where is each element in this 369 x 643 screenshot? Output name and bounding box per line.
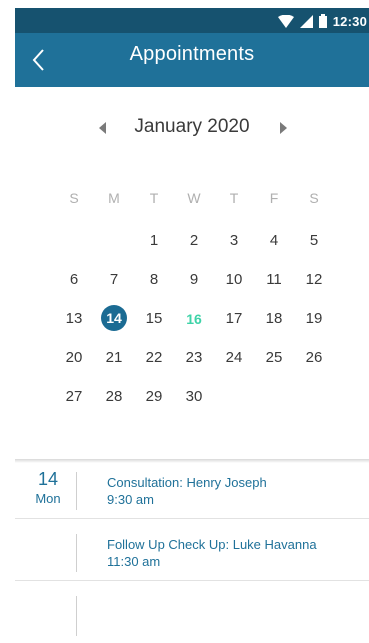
appointment-time: 11:30 am — [107, 554, 161, 569]
calendar-day-number: 30 — [185, 388, 203, 405]
calendar-day-number: 14 — [101, 305, 127, 331]
calendar-day-number: 10 — [225, 271, 243, 288]
calendar-day[interactable]: 1 — [134, 225, 174, 257]
calendar-day[interactable]: 4 — [254, 225, 294, 257]
calendar-day-number: 3 — [229, 232, 239, 249]
weekday-label: T — [229, 190, 239, 206]
calendar-day-number: 22 — [145, 349, 163, 366]
calendar-day-number: 4 — [269, 232, 279, 249]
calendar-day-number: 13 — [65, 310, 83, 327]
calendar-day-number: 18 — [265, 310, 283, 327]
calendar-day[interactable]: 6 — [54, 264, 94, 296]
calendar-day-number: 11 — [266, 271, 282, 288]
weekday-label: S — [69, 190, 79, 206]
calendar-day[interactable]: 5 — [294, 225, 334, 257]
agenda-date-weekday: Mon — [35, 491, 61, 506]
calendar-day[interactable]: 10 — [214, 264, 254, 296]
calendar-day-number: 8 — [149, 271, 159, 288]
calendar-day-number: 1 — [149, 232, 159, 249]
calendar-day-number: 20 — [65, 349, 83, 366]
weekday-label: M — [108, 190, 120, 206]
timeline-line — [76, 534, 77, 572]
timeline-line — [76, 596, 77, 636]
month-navigator: January 2020 — [15, 108, 369, 148]
calendar-day[interactable]: 23 — [174, 342, 214, 374]
status-bar: 12:30 — [15, 8, 369, 33]
calendar-day-number: 2 — [189, 232, 199, 249]
calendar-day[interactable]: 20 — [54, 342, 94, 374]
calendar-day[interactable]: 13 — [54, 303, 94, 335]
battery-icon — [318, 14, 327, 28]
calendar-day-number: 17 — [225, 310, 243, 327]
calendar-day[interactable]: 8 — [134, 264, 174, 296]
calendar-day-number: 9 — [189, 271, 199, 288]
calendar-day[interactable]: 7 — [94, 264, 134, 296]
calendar-days-grid: 1 2 3 4 5 6 7 8 9 10 11 12 13 14 15 16 17 18 19 20 21 22 23 24 2… — [54, 225, 334, 425]
agenda-separator — [15, 518, 369, 519]
weekday-label: W — [187, 190, 201, 206]
next-month-button[interactable] — [275, 120, 291, 136]
calendar-day[interactable]: 30 — [174, 381, 214, 413]
calendar-day[interactable]: 29 — [134, 381, 174, 413]
calendar-day[interactable]: 14 — [94, 303, 134, 335]
appointment-title: Follow Up Check Up: Luke Havanna — [107, 537, 317, 552]
month-label: January 2020 — [134, 116, 250, 137]
calendar-day-number: 5 — [309, 232, 319, 249]
timeline-line — [76, 472, 77, 510]
status-icons: 12:30 — [277, 12, 367, 30]
calendar-day-number: 6 — [69, 271, 79, 288]
agenda-separator — [15, 580, 369, 581]
calendar-day[interactable]: 26 — [294, 342, 334, 374]
app-bar: Appointments — [15, 33, 369, 87]
calendar-day-number: 28 — [105, 388, 123, 405]
calendar-day-number: 16 — [186, 311, 202, 327]
agenda-panel: 14 Mon Consultation: Henry Joseph 9:30 a… — [15, 462, 369, 643]
status-time: 12:30 — [332, 13, 367, 29]
appointment-time: 9:30 am — [107, 492, 154, 507]
calendar-day[interactable]: 18 — [254, 303, 294, 335]
calendar-day[interactable]: 17 — [214, 303, 254, 335]
calendar-day[interactable]: 19 — [294, 303, 334, 335]
calendar-day[interactable]: 24 — [214, 342, 254, 374]
calendar-day[interactable]: 11 — [254, 264, 294, 296]
page-title: Appointments — [129, 43, 255, 65]
calendar-day[interactable]: 27 — [54, 381, 94, 413]
calendar-day[interactable]: 3 — [214, 225, 254, 257]
weekday-label: F — [269, 190, 279, 206]
weekday-label: T — [149, 190, 159, 206]
calendar-day[interactable]: 28 — [94, 381, 134, 413]
triangle-right-icon — [280, 122, 287, 134]
calendar-day[interactable]: 12 — [294, 264, 334, 296]
calendar-day-number: 21 — [105, 349, 123, 366]
calendar-day-number: 15 — [145, 310, 163, 327]
appointment-item[interactable]: Follow Up Check Up: Luke Havanna 11:30 a… — [107, 536, 317, 570]
calendar-day-number: 7 — [109, 271, 119, 288]
calendar-day-number: 27 — [65, 388, 83, 405]
weekday-header: S M T W T F S — [54, 190, 334, 210]
calendar-day-number: 24 — [225, 349, 243, 366]
signal-icon — [299, 14, 313, 28]
appointment-item[interactable]: Consultation: Henry Joseph 9:30 am — [107, 474, 267, 508]
frame-top — [0, 0, 369, 8]
weekday-label: S — [309, 190, 319, 206]
calendar-day[interactable]: 21 — [94, 342, 134, 374]
calendar-day[interactable]: 22 — [134, 342, 174, 374]
calendar-day[interactable]: 25 — [254, 342, 294, 374]
calendar-day[interactable]: 2 — [174, 225, 214, 257]
agenda-date: 14 Mon — [15, 468, 81, 508]
calendar-day-number: 26 — [305, 349, 323, 366]
wifi-icon — [277, 14, 294, 28]
calendar-day-number: 19 — [305, 310, 323, 327]
calendar-day[interactable]: 15 — [134, 303, 174, 335]
calendar-day-number: 25 — [265, 349, 283, 366]
calendar-day-number: 12 — [305, 271, 323, 288]
agenda-date-number: 14 — [37, 469, 59, 489]
appointment-title: Consultation: Henry Joseph — [107, 475, 267, 490]
calendar-day-number: 23 — [185, 349, 203, 366]
calendar-day-number: 29 — [145, 388, 163, 405]
calendar-day[interactable]: 16 — [174, 303, 214, 335]
calendar-day[interactable]: 9 — [174, 264, 214, 296]
